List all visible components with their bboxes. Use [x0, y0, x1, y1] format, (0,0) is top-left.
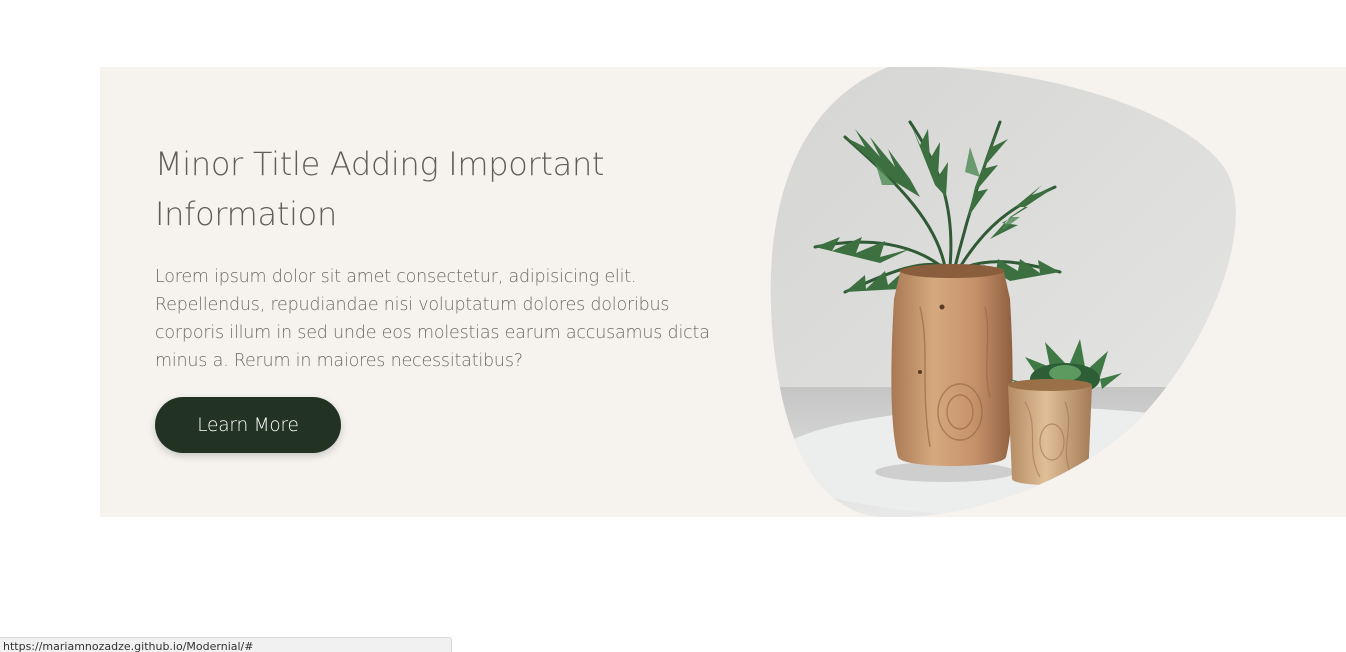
- learn-more-button[interactable]: Learn More: [155, 397, 341, 453]
- promo-image: [770, 67, 1240, 517]
- promo-section: Minor Title Adding Important Information…: [100, 67, 1346, 517]
- promo-title: Minor Title Adding Important Information: [155, 145, 605, 233]
- promo-body-text: Lorem ipsum dolor sit amet consectetur, …: [155, 267, 710, 371]
- page: Minor Title Adding Important Information…: [0, 0, 1346, 652]
- promo-text-block: Minor Title Adding Important Information…: [155, 139, 725, 453]
- browser-status-bar: https://mariamnozadze.github.io/Modernia…: [0, 637, 452, 652]
- plant-vases-illustration: [770, 67, 1236, 517]
